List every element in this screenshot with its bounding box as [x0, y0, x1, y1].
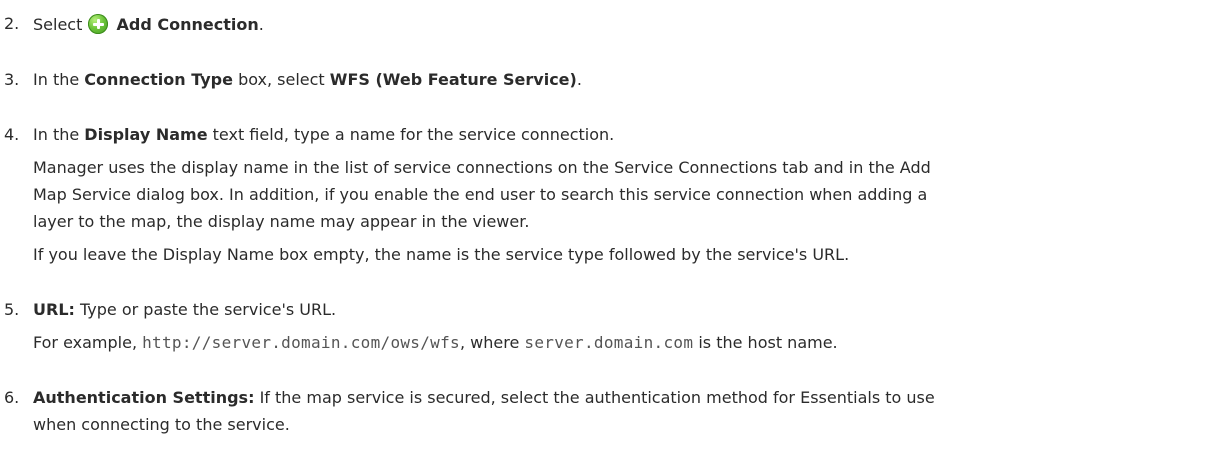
step-number: 4.: [4, 125, 20, 144]
step-text: In the Connection Type box, select WFS (…: [33, 70, 582, 89]
step-text: In the Display Name text field, type a n…: [33, 125, 614, 144]
text: .: [258, 15, 264, 34]
step-number: 5.: [4, 300, 20, 319]
ui-label-url: URL:: [33, 300, 75, 319]
text: In the: [33, 125, 85, 144]
ui-label-authentication-settings: Authentication Settings:: [33, 388, 255, 407]
step-number: 3.: [4, 70, 20, 89]
code-url: http://server.domain.com/ows/wfs: [142, 333, 460, 352]
text: box, select: [232, 70, 330, 89]
step-number: 2.: [4, 14, 20, 33]
text: .: [576, 70, 582, 89]
text: text field, type a name for the service …: [207, 125, 615, 144]
note-line: If you leave the Display Name box empty,…: [33, 245, 850, 264]
text: , where: [459, 333, 525, 352]
explanation-line: Manager uses the display name in the lis…: [33, 158, 931, 177]
document-body: 2. Select Add Connection. 3. In the Conn…: [0, 0, 1225, 466]
text: is the host name.: [693, 333, 838, 352]
text: Type or paste the service's URL.: [74, 300, 337, 319]
add-icon: [88, 14, 109, 34]
explanation-line: layer to the map, the display name may a…: [33, 212, 530, 231]
step-number: 6.: [4, 388, 20, 407]
explanation-line: Map Service dialog box. In addition, if …: [33, 185, 928, 204]
text: If the map service is secured, select th…: [254, 388, 935, 407]
step-text: Authentication Settings: If the map serv…: [33, 388, 935, 407]
text: In the: [33, 70, 85, 89]
text: Select: [33, 15, 88, 34]
ui-label-display-name: Display Name: [84, 125, 208, 144]
step-text-continued: when connecting to the service.: [33, 415, 290, 434]
example-line: For example, http://server.domain.com/ow…: [33, 333, 838, 352]
text: For example,: [33, 333, 143, 352]
ui-label-add-connection: Add Connection: [116, 15, 259, 34]
code-host: server.domain.com: [524, 333, 694, 352]
step-text: URL: Type or paste the service's URL.: [33, 300, 336, 319]
step-text: Select Add Connection.: [33, 14, 264, 34]
ui-label-connection-type: Connection Type: [84, 70, 233, 89]
ui-label-wfs: WFS (Web Feature Service): [329, 70, 577, 89]
